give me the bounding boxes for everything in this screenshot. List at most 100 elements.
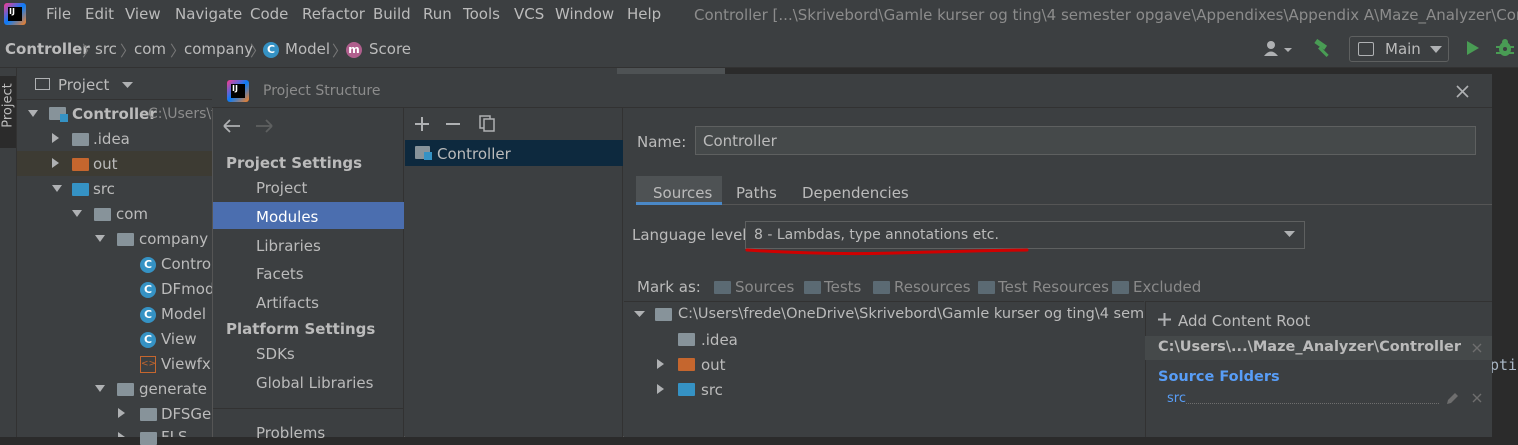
remove-icon[interactable]: [446, 117, 460, 131]
language-level-value: 8 - Lambdas, type annotations etc.: [754, 227, 999, 243]
tree-item-company[interactable]: company: [139, 230, 208, 248]
breadcrumb-model[interactable]: Model: [285, 40, 330, 58]
tree-item-generate[interactable]: generate: [139, 380, 207, 398]
runnable-class-icon: C: [140, 332, 156, 348]
editor-code-fragment: pti: [1490, 356, 1518, 374]
close-icon[interactable]: [1472, 343, 1482, 353]
tree-item-src[interactable]: src: [93, 180, 115, 198]
menu-navigate[interactable]: Navigate: [175, 5, 242, 23]
collapse-arrow-icon[interactable]: [52, 133, 60, 143]
tree-item-fls[interactable]: FLS: [161, 428, 188, 437]
mark-tests-button[interactable]: Tests: [824, 278, 861, 296]
menu-file[interactable]: File: [46, 5, 71, 23]
breadcrumb-src[interactable]: src: [95, 40, 117, 58]
nav-global-libraries[interactable]: Global Libraries: [256, 374, 373, 392]
collapse-arrow-icon[interactable]: [118, 432, 126, 437]
collapse-arrow-icon[interactable]: [52, 158, 60, 168]
nav-libraries[interactable]: Libraries: [256, 237, 321, 255]
content-tree-out[interactable]: out: [701, 356, 726, 374]
module-badge-icon: [424, 152, 432, 160]
collapse-arrow-icon[interactable]: [657, 359, 664, 369]
menu-help[interactable]: Help: [627, 5, 661, 23]
nav-facets[interactable]: Facets: [256, 265, 304, 283]
copy-icon[interactable]: [479, 115, 495, 132]
user-icon[interactable]: [1262, 40, 1296, 58]
tree-item-view[interactable]: View: [161, 330, 197, 348]
build-hammer-icon[interactable]: [1313, 39, 1335, 59]
package-icon: [117, 233, 134, 246]
breadcrumb-company[interactable]: company: [184, 40, 253, 58]
nav-artifacts[interactable]: Artifacts: [256, 294, 319, 312]
mark-test-resources-button[interactable]: Test Resources: [998, 278, 1109, 296]
tab-paths[interactable]: Paths: [736, 184, 777, 202]
source-folder-src[interactable]: src: [1167, 391, 1186, 406]
close-icon[interactable]: [1456, 85, 1469, 98]
menu-edit[interactable]: Edit: [85, 5, 114, 23]
tree-item-com[interactable]: com: [116, 205, 148, 223]
close-icon[interactable]: [1472, 393, 1482, 403]
tree-item-model[interactable]: Model: [161, 305, 206, 323]
project-tool-window-button[interactable]: Project: [0, 76, 16, 148]
add-icon[interactable]: [1158, 313, 1171, 326]
back-arrow-icon[interactable]: [223, 119, 241, 133]
nav-modules[interactable]: Modules: [256, 208, 318, 226]
expand-arrow-icon[interactable]: [95, 235, 105, 243]
tree-item-controller-class[interactable]: Controll: [161, 255, 219, 273]
nav-project[interactable]: Project: [256, 179, 307, 197]
menu-window[interactable]: Window: [555, 5, 614, 23]
menu-view[interactable]: View: [125, 5, 161, 23]
package-icon: [140, 432, 157, 445]
mark-sources-button[interactable]: Sources: [735, 278, 794, 296]
tab-dependencies[interactable]: Dependencies: [802, 184, 909, 202]
debug-bug-icon[interactable]: [1494, 38, 1516, 58]
nav-divider: [213, 408, 404, 409]
project-settings-header: Project Settings: [226, 154, 363, 172]
content-tree-src[interactable]: src: [701, 381, 723, 399]
tabs-divider: [636, 204, 1492, 205]
expand-arrow-icon[interactable]: [52, 185, 62, 193]
window-title: Controller [...\Skrivebord\Gamle kurser …: [694, 6, 1518, 24]
breadcrumb-score[interactable]: Score: [369, 40, 411, 58]
menu-vcs[interactable]: VCS: [514, 5, 544, 23]
menu-refactor[interactable]: Refactor: [302, 5, 365, 23]
content-tree-idea[interactable]: .idea: [701, 331, 738, 349]
menu-build[interactable]: Build: [373, 5, 411, 23]
nav-sdks[interactable]: SDKs: [256, 345, 295, 363]
expand-arrow-icon[interactable]: [634, 311, 645, 318]
forward-arrow-icon[interactable]: [255, 119, 273, 133]
expand-arrow-icon[interactable]: [95, 385, 105, 393]
mark-resources-button[interactable]: Resources: [894, 278, 971, 296]
project-view-icon: [35, 78, 50, 90]
tree-item-out[interactable]: out: [93, 155, 118, 173]
intellij-logo-icon: IJ: [227, 80, 249, 102]
edit-pencil-icon[interactable]: [1445, 392, 1459, 406]
expand-arrow-icon[interactable]: [28, 110, 38, 118]
menu-run[interactable]: Run: [423, 5, 452, 23]
module-controller[interactable]: Controller: [437, 145, 511, 163]
menu-tools[interactable]: Tools: [463, 5, 500, 23]
add-icon[interactable]: [415, 117, 429, 131]
collapse-arrow-icon[interactable]: [657, 384, 664, 394]
mark-excluded-button[interactable]: Excluded: [1133, 278, 1201, 296]
editor-area: [1492, 68, 1518, 437]
menu-code[interactable]: Code: [250, 5, 288, 23]
module-name-input[interactable]: Controller: [695, 126, 1476, 155]
breadcrumb-com[interactable]: com: [134, 40, 166, 58]
test-resources-folder-icon: [978, 281, 995, 294]
content-root-path[interactable]: C:\Users\frede\OneDrive\Skrivebord\Gamle…: [678, 306, 1144, 322]
run-config-select[interactable]: Main: [1349, 36, 1449, 62]
nav-problems[interactable]: Problems: [256, 424, 325, 442]
breadcrumb-project[interactable]: Controller: [5, 40, 90, 58]
add-content-root-button[interactable]: Add Content Root: [1178, 312, 1310, 330]
chevron-down-icon[interactable]: [122, 82, 133, 89]
expand-arrow-icon[interactable]: [72, 210, 82, 218]
tree-item-idea[interactable]: .idea: [93, 130, 130, 148]
tree-item-controller[interactable]: Controller: [72, 105, 157, 123]
resources-folder-icon: [873, 281, 890, 294]
package-icon: [117, 383, 134, 396]
run-icon[interactable]: [1466, 40, 1480, 56]
collapse-arrow-icon[interactable]: [118, 408, 126, 418]
source-folder-icon: [714, 281, 731, 294]
project-panel-title[interactable]: Project: [58, 76, 109, 94]
source-folder-icon: [72, 183, 89, 196]
